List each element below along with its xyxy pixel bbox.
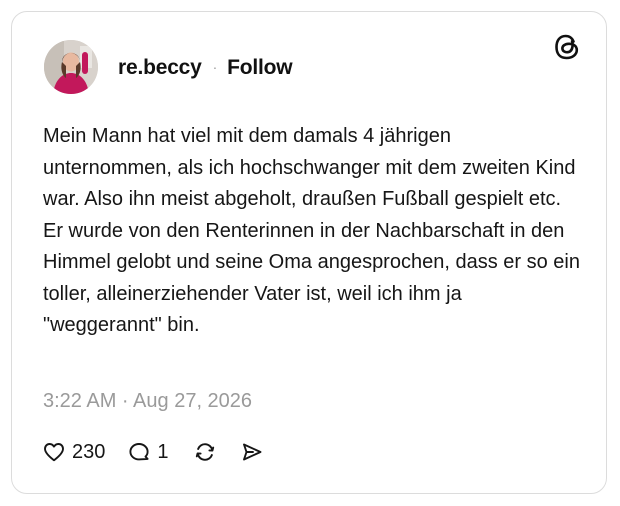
threads-logo-icon[interactable] <box>552 32 582 62</box>
author-row: re.beccy · Follow <box>118 56 293 80</box>
share-button[interactable] <box>240 440 264 464</box>
follow-button[interactable]: Follow <box>227 56 292 80</box>
reply-button[interactable]: 1 <box>127 440 169 464</box>
reply-count: 1 <box>157 440 169 463</box>
action-bar: 230 1 <box>42 437 264 467</box>
avatar[interactable] <box>44 40 98 94</box>
post-text: Mein Mann hat viel mit dem damals 4 jähr… <box>43 125 580 336</box>
repost-icon <box>193 440 217 464</box>
like-count: 230 <box>72 440 106 463</box>
post-timestamp[interactable]: 3:22 AM · Aug 27, 2026 <box>43 390 252 413</box>
repost-button[interactable] <box>193 440 217 464</box>
like-button[interactable]: 230 <box>42 440 105 464</box>
heart-icon <box>42 440 66 464</box>
post-card: re.beccy · Follow Mein Mann hat viel mit… <box>11 11 607 494</box>
avatar-image <box>44 40 98 94</box>
comment-icon <box>127 440 151 464</box>
send-icon <box>240 440 264 464</box>
username[interactable]: re.beccy <box>118 56 202 80</box>
separator-dot: · <box>212 59 218 75</box>
